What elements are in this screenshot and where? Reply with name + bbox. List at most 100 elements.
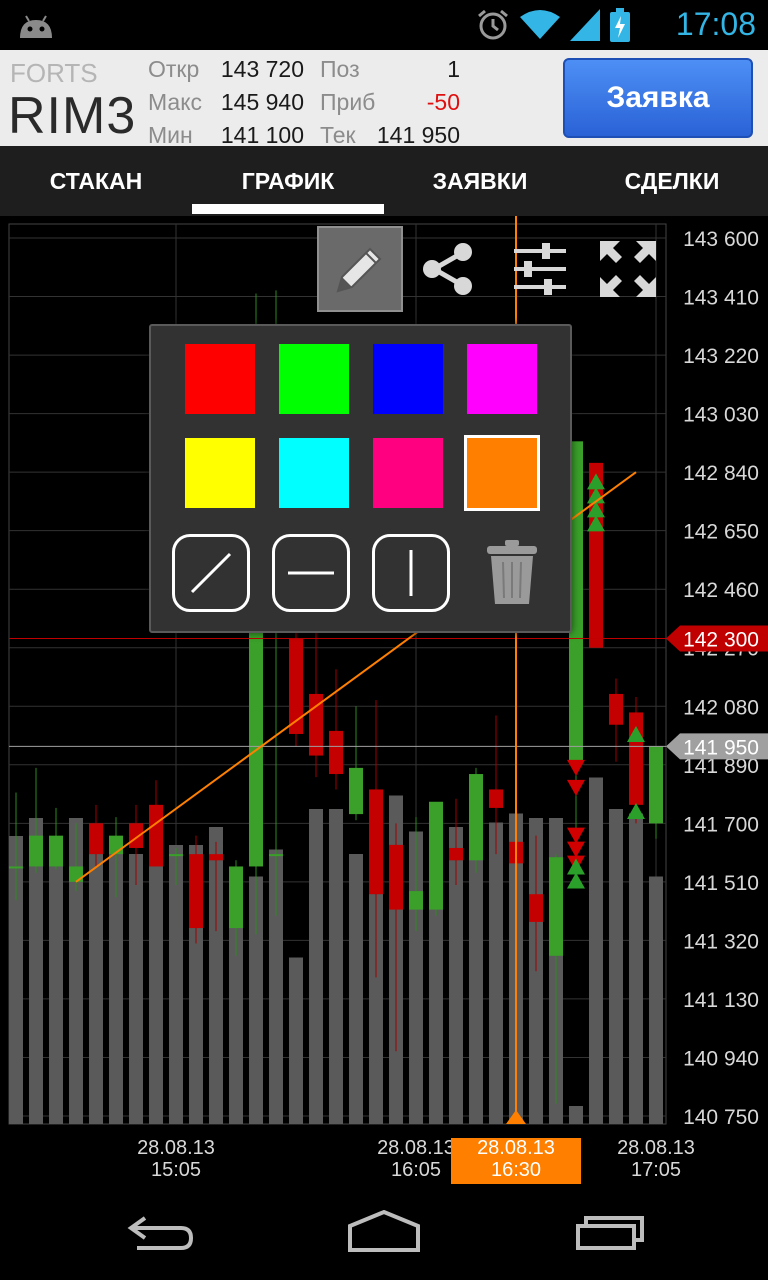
x-tick-date: 28.08.13 — [377, 1137, 455, 1159]
y-tick-label: 143 410 — [683, 287, 759, 310]
candle-body — [209, 854, 223, 861]
clock: 17:08 — [675, 6, 756, 42]
volume-bar — [169, 845, 183, 1124]
candle-body — [49, 835, 63, 867]
volume-bar — [609, 809, 623, 1124]
pencil-icon — [336, 247, 382, 293]
candle-body — [529, 894, 543, 922]
x-tick-time: 15:05 — [151, 1159, 201, 1181]
y-tick-label: 143 220 — [683, 345, 759, 368]
tab-trades[interactable]: СДЕЛКИ — [576, 146, 768, 216]
y-tick-label: 141 320 — [683, 930, 759, 953]
android-icon — [20, 15, 52, 38]
color-swatch-green[interactable] — [279, 344, 349, 414]
candle-body — [349, 767, 363, 815]
candle-body — [229, 866, 243, 929]
crosshair-date: 28.08.13 — [477, 1137, 555, 1159]
candle-body — [29, 835, 43, 867]
volume-bar — [329, 809, 343, 1124]
tab-order-book[interactable]: СТАКАН — [0, 146, 192, 216]
drawing-palette — [149, 324, 572, 633]
wifi-icon — [520, 10, 560, 39]
volume-bar — [309, 809, 323, 1124]
color-swatch-yellow[interactable] — [185, 438, 255, 508]
diagonal-line-icon — [190, 552, 232, 594]
candle-body — [129, 823, 143, 848]
volume-bar — [589, 777, 603, 1124]
y-tick-label: 141 700 — [683, 813, 759, 836]
price-marker-label: 142 300 — [683, 628, 759, 651]
current-value: 141 950 — [376, 122, 460, 148]
home-icon — [348, 1210, 420, 1252]
vertical-line-button[interactable] — [372, 534, 450, 612]
profit-label: Приб — [320, 89, 376, 115]
share-icon — [423, 243, 472, 295]
y-tick-label: 142 650 — [683, 521, 759, 544]
min-value: 141 100 — [220, 122, 304, 148]
color-swatch-blue[interactable] — [373, 344, 443, 414]
back-button[interactable] — [110, 1204, 210, 1260]
y-tick-label: 141 130 — [683, 989, 759, 1012]
candle-body — [189, 854, 203, 929]
candle-body — [429, 801, 443, 910]
back-icon — [127, 1216, 194, 1250]
open-value: 143 720 — [220, 56, 304, 82]
navigation-bar — [0, 1184, 768, 1280]
fullscreen-icon — [600, 241, 656, 297]
horizontal-line-button[interactable] — [272, 534, 350, 612]
volume-bar — [349, 854, 363, 1124]
chart-settings-button[interactable] — [497, 226, 583, 312]
candle-body — [649, 746, 663, 824]
candle-body — [69, 866, 83, 882]
candle-body — [249, 623, 263, 867]
color-swatch-pink[interactable] — [373, 438, 443, 508]
candle-body — [149, 804, 163, 867]
volume-bar — [89, 854, 103, 1124]
open-label: Откр — [148, 56, 200, 82]
color-swatch-orange[interactable] — [464, 435, 540, 511]
y-tick-label: 143 600 — [683, 228, 759, 251]
color-swatch-red[interactable] — [185, 344, 255, 414]
x-tick-date: 28.08.13 — [137, 1137, 215, 1159]
candle-body — [389, 844, 403, 910]
y-tick-label: 143 030 — [683, 404, 759, 427]
order-button[interactable]: Заявка — [563, 58, 753, 138]
y-tick-label: 142 080 — [683, 696, 759, 719]
diagonal-line-button[interactable] — [172, 534, 250, 612]
candle-body — [89, 823, 103, 855]
candle-body — [449, 847, 463, 861]
volume-bar — [49, 840, 63, 1124]
fullscreen-button[interactable] — [585, 226, 671, 312]
y-tick-label: 142 460 — [683, 579, 759, 602]
x-tick-time: 16:05 — [391, 1159, 441, 1181]
alarm-icon — [478, 9, 508, 40]
candle-body — [409, 891, 423, 910]
position-label: Поз — [320, 56, 360, 82]
trash-icon[interactable] — [485, 540, 539, 606]
max-label: Макс — [148, 89, 203, 115]
candle-body — [489, 789, 503, 808]
x-tick-date: 28.08.13 — [617, 1137, 695, 1159]
color-swatch-magenta[interactable] — [467, 344, 537, 414]
y-tick-label: 142 840 — [683, 462, 759, 485]
battery-icon — [610, 8, 630, 42]
tab-orders[interactable]: ЗАЯВКИ — [384, 146, 576, 216]
signal-icon — [570, 9, 600, 41]
crosshair-time: 16:30 — [491, 1159, 541, 1181]
price-marker-label: 141 950 — [683, 736, 759, 759]
volume-bar — [289, 957, 303, 1124]
current-label: Тек — [320, 122, 356, 148]
y-tick-label: 140 940 — [683, 1047, 759, 1070]
draw-tool-button[interactable] — [317, 226, 403, 312]
instrument-header: FORTS RIM3 Откр 143 720 Макс 145 940 Мин… — [0, 50, 768, 148]
color-swatch-cyan[interactable] — [279, 438, 349, 508]
tab-bar: СТАКАН ГРАФИК ЗАЯВКИ СДЕЛКИ — [0, 146, 768, 216]
home-button[interactable] — [334, 1204, 434, 1260]
share-button[interactable] — [405, 226, 491, 312]
recent-apps-button[interactable] — [560, 1204, 660, 1260]
position-value: 1 — [447, 56, 460, 82]
chart-area[interactable]: 143 600 143 410 143 220 143 030 142 840 142 6… — [0, 216, 768, 1184]
candle-body — [549, 857, 563, 956]
active-tab-indicator — [192, 204, 384, 214]
x-tick-time: 17:05 — [631, 1159, 681, 1181]
